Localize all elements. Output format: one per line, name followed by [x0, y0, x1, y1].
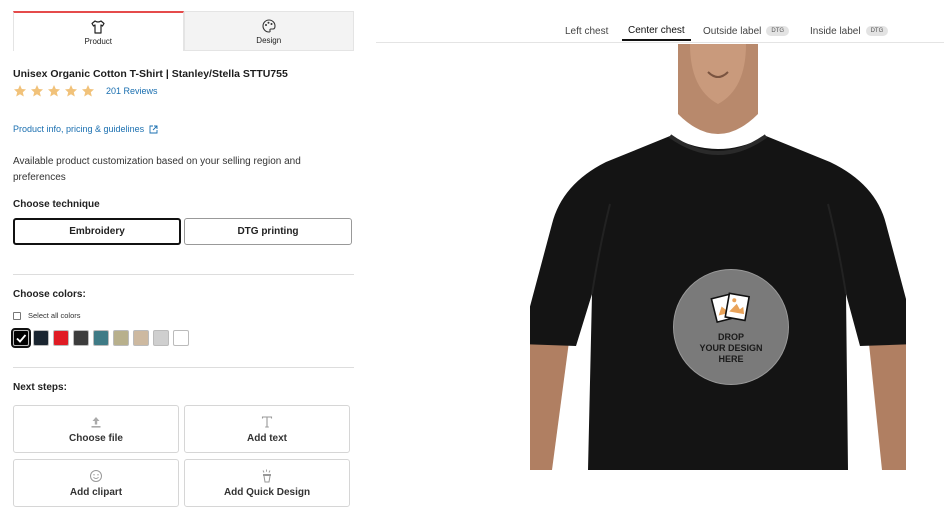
external-link-icon [149, 125, 158, 133]
tshirt-icon [91, 19, 105, 34]
color-swatch[interactable] [53, 330, 69, 346]
color-swatch[interactable] [133, 330, 149, 346]
left-panel: Product Design Unisex Organic Cotton T-S… [0, 0, 376, 515]
star-icon [82, 85, 94, 97]
product-rating: 201 Reviews [13, 84, 158, 98]
product-info-link[interactable]: Product info, pricing & guidelines [13, 124, 158, 134]
product-title: Unisex Organic Cotton T-Shirt | Stanley/… [13, 68, 288, 80]
color-swatches [11, 328, 193, 348]
magic-wand-icon [262, 469, 271, 482]
placement-tab-outside-label[interactable]: Outside label DTG [703, 21, 790, 41]
drop-zone-line: DROP [717, 331, 744, 342]
divider [13, 274, 354, 275]
placement-tab-center-chest[interactable]: Center chest [622, 21, 691, 41]
reviews-link[interactable]: 201 Reviews [106, 86, 158, 96]
color-swatch[interactable] [93, 330, 109, 346]
drop-zone-text: DROP YOUR DESIGN HERE [699, 332, 762, 365]
placement-tab-inside-label[interactable]: Inside label DTG [810, 21, 889, 41]
star-icon [48, 85, 60, 97]
select-all-checkbox[interactable] [13, 311, 21, 320]
divider [13, 367, 354, 368]
drop-zone-line: YOUR DESIGN [699, 342, 763, 353]
star-icon [31, 85, 43, 97]
upload-icon [91, 416, 101, 428]
drop-zone-line: HERE [718, 353, 744, 364]
tab-product-label: Product [84, 36, 113, 46]
select-all-colors[interactable]: Select all colors [13, 311, 81, 320]
text-icon [261, 415, 273, 428]
model-photo [530, 44, 906, 470]
technique-heading: Choose technique [13, 199, 100, 210]
preview-panel: Left chest Center chest Outside label DT… [376, 0, 944, 515]
color-swatch[interactable] [73, 330, 89, 346]
add-text-label: Add text [247, 432, 287, 444]
availability-note: Available product customization based on… [13, 156, 301, 183]
add-clipart-button[interactable]: Add clipart [13, 459, 179, 507]
placement-tabs: Left chest Center chest Outside label DT… [376, 0, 944, 43]
product-info-link-label: Product info, pricing & guidelines [13, 124, 145, 134]
tab-product[interactable]: Product [13, 11, 184, 51]
add-clipart-label: Add clipart [69, 486, 123, 498]
next-steps-heading: Next steps: [13, 382, 67, 393]
add-text-button[interactable]: Add text [184, 405, 350, 453]
choose-file-label: Choose file [69, 432, 123, 444]
checkmark-icon [16, 334, 27, 343]
palette-icon [262, 18, 276, 33]
technique-embroidery-button[interactable]: Embroidery [13, 218, 181, 245]
tshirt-mockup [530, 44, 906, 470]
design-drop-zone[interactable]: DROP YOUR DESIGN HERE [673, 269, 789, 385]
select-all-label: Select all colors [28, 311, 81, 320]
smiley-icon [90, 469, 102, 482]
choose-file-button[interactable]: Choose file [13, 405, 179, 453]
dtg-badge: DTG [865, 26, 889, 36]
add-quick-design-label: Add Quick Design [223, 486, 311, 498]
color-swatch[interactable] [173, 330, 189, 346]
dtg-badge: DTG [766, 26, 790, 36]
technique-dtg-button[interactable]: DTG printing [184, 218, 352, 245]
placement-tab-label: Center chest [628, 24, 685, 36]
placement-tab-label: Left chest [565, 25, 609, 37]
editor-tabs: Product Design [13, 11, 354, 51]
image-placeholder-icon [710, 291, 751, 323]
color-swatch[interactable] [113, 330, 129, 346]
tab-design[interactable]: Design [183, 11, 354, 51]
tab-design-label: Design [256, 35, 282, 45]
color-swatch[interactable] [33, 330, 49, 346]
add-quick-design-button[interactable]: Add Quick Design [184, 459, 350, 507]
star-icon [65, 85, 77, 97]
color-swatch[interactable] [153, 330, 169, 346]
colors-heading: Choose colors: [13, 289, 86, 300]
placement-tab-left-chest[interactable]: Left chest [565, 21, 608, 41]
placement-tab-label: Outside label [703, 25, 762, 37]
star-icon [14, 85, 26, 97]
placement-tab-label: Inside label [810, 25, 861, 37]
color-swatch[interactable] [11, 328, 31, 348]
